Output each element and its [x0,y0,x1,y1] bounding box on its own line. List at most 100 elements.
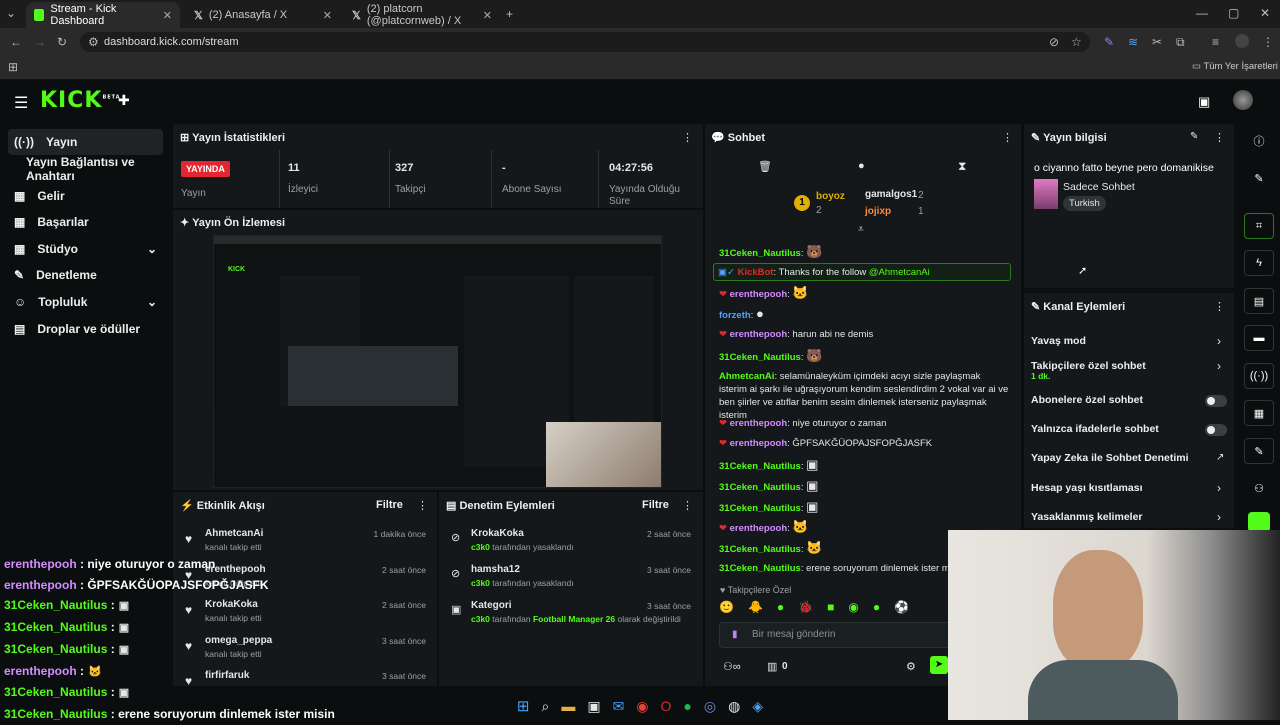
stream-info-menu-icon[interactable]: ⋮ [1214,131,1225,144]
back-icon[interactable]: ← [10,35,22,49]
media-icon[interactable]: ≡ [1212,35,1219,49]
windows-start-icon[interactable]: ⊞ [517,697,530,715]
emote-icon[interactable]: 🙂 [719,600,734,618]
chat-mention[interactable]: @AhmetcanAi [869,267,930,278]
moderation-category[interactable]: Football Manager 26 [533,614,615,624]
rail-stats-icon[interactable]: ▦ [1244,400,1274,426]
channel-action-row[interactable]: Hesap yaşı kısıtlaması › [1031,481,1229,502]
emote-icon[interactable]: ⚽ [894,600,909,618]
search-icon[interactable]: ⌕ [541,698,549,715]
sidebar-item-yayin[interactable]: ((·)) Yayın [8,129,163,155]
site-info-icon[interactable]: ⚙ [88,32,99,52]
puzzle-icon[interactable]: ⧉ [1176,35,1185,50]
moderation-menu-icon[interactable]: ⋮ [682,499,693,512]
close-tab-icon[interactable]: ✕ [323,9,332,22]
close-tab-icon[interactable]: ✕ [483,9,492,22]
chrome-icon[interactable]: ◉ [636,698,648,715]
chat-username[interactable]: erenthepooh [730,289,788,300]
chat-username[interactable]: 31Ceken_Nautilus [719,563,801,574]
chat-username[interactable]: erenthepooh [730,418,788,429]
activity-menu-icon[interactable]: ⋮ [417,499,428,512]
chat-username[interactable]: forzeth [719,310,751,321]
category-name[interactable]: Sadece Sohbet [1063,181,1135,193]
activity-filter-button[interactable]: Filtre [376,499,403,511]
chat-username[interactable]: AhmetcanAi [719,371,774,382]
stream-preview-video[interactable]: KICK [213,235,662,488]
file-explorer-icon[interactable]: ▬ [561,698,575,714]
send-button[interactable]: ➤ [930,656,948,674]
edit-icon[interactable]: ✎ [1244,165,1274,191]
chat-username[interactable]: 31Ceken_Nautilus [719,248,801,259]
menu-kebab-icon[interactable]: ⋮ [1262,35,1274,49]
rail-crop-icon[interactable]: ⌗ [1244,213,1274,239]
rail-chat-icon[interactable]: ▬ [1244,325,1274,351]
chat-username[interactable]: erenthepooh [730,438,788,449]
expand-leaderboard-icon[interactable]: ⩡ [858,224,864,235]
emote-icon[interactable]: ■ [827,600,834,618]
spotify-icon[interactable]: ● [683,698,691,714]
eye-off-icon[interactable]: ⊘ [1049,35,1059,49]
address-bar[interactable]: ⚙ dashboard.kick.com/stream [80,32,1090,52]
extension-wave-icon[interactable]: ≋ [1128,35,1138,49]
tab-search-icon[interactable]: ⌄ [6,6,16,20]
channel-action-row[interactable]: Abonelere özel sohbet [1031,394,1229,414]
channel-action-row[interactable]: Yavaş mod › [1031,334,1229,355]
microphone-icon[interactable]: ▮ [732,623,738,647]
sidebar-item-studyo[interactable]: ▦ Stüdyo ⌄ [8,236,163,262]
steam-icon[interactable]: ◈ [752,698,763,715]
discord-icon[interactable]: ◎ [704,698,716,715]
opera-icon[interactable]: O [661,698,672,714]
rail-doc-icon[interactable]: ▤ [1244,288,1274,314]
toggle-switch[interactable] [1205,424,1227,436]
chat-username[interactable]: erenthepooh [730,523,788,534]
emote-icon[interactable]: ● [777,600,784,618]
rail-kick-icon[interactable] [1248,512,1270,532]
channel-action-row[interactable]: Yalnızca ifadelerle sohbet [1031,423,1229,443]
reload-icon[interactable]: ↻ [57,35,67,49]
channel-action-row[interactable]: Yapay Zeka ile Sohbet Denetimi ↗ [1031,452,1229,472]
emote-icon[interactable]: ● [873,600,880,618]
channel-action-row[interactable]: Yasaklanmış kelimeler › [1031,510,1229,531]
toggle-switch[interactable] [1205,395,1227,407]
all-bookmarks[interactable]: ▭ Tüm Yer İşaretleri [1192,61,1278,72]
chat-settings-icon[interactable]: ⚙ [906,660,916,673]
moderation-actor[interactable]: c3k0 [471,542,490,552]
chat-username[interactable]: 31Ceken_Nautilus [719,503,801,514]
wallet-icon[interactable]: ▣ [1198,94,1210,110]
emote-icon[interactable]: 🐥 [748,600,763,618]
sidebar-item-stream-key[interactable]: Yayın Bağlantısı ve Anahtarı [8,155,163,183]
stats-menu-icon[interactable]: ⋮ [682,131,693,144]
moderation-target[interactable]: KrokaKoka [471,528,524,539]
edit-pencil-icon[interactable]: ✎ [1190,131,1198,142]
moderation-target[interactable]: hamsha12 [471,564,520,575]
rail-bolt-icon[interactable]: ϟ [1244,250,1274,276]
extension-pen-icon[interactable]: ✎ [1104,35,1114,49]
trash-icon[interactable]: 🗑 [758,160,772,173]
hamburger-menu-icon[interactable]: ☰ [14,93,28,113]
hourglass-icon[interactable]: ⧗ [958,159,966,174]
moderation-filter-button[interactable]: Filtre [642,499,669,511]
close-tab-icon[interactable]: ✕ [163,9,172,22]
people-infinity-icon[interactable]: ⚇∞ [723,660,741,673]
forward-icon[interactable]: → [34,35,46,49]
obs-icon[interactable]: ◍ [728,698,740,715]
chat-username[interactable]: KickBot [738,267,774,278]
mail-icon[interactable]: ✉ [613,698,625,715]
rail-broadcast-icon[interactable]: ((·)) [1244,363,1274,389]
moderation-actor[interactable]: c3k0 [471,578,490,588]
browser-tab-kick[interactable]: Stream - Kick Dashboard ✕ [26,2,180,28]
bookmark-star-icon[interactable]: ☆ [1071,35,1082,49]
extension-icon[interactable]: ✂ [1152,35,1162,49]
maximize-icon[interactable]: ▢ [1228,6,1239,20]
chat-username[interactable]: 31Ceken_Nautilus [719,461,801,472]
moderation-actor[interactable]: c3k0 [471,614,490,624]
chat-bubble-icon[interactable]: ● [858,160,865,172]
chat-username[interactable]: 31Ceken_Nautilus [719,352,801,363]
chat-username[interactable]: erenthepooh [730,329,788,340]
apps-grid-icon[interactable]: ⊞ [8,60,18,74]
sidebar-item-topluluk[interactable]: ☺ Topluluk ⌄ [8,289,163,315]
browser-tab-x-home[interactable]: 𝕏 (2) Anasayfa / X ✕ [186,2,340,28]
rail-people-icon[interactable]: ⚇ [1244,475,1274,501]
browser-tab-x-platcorn[interactable]: 𝕏 (2) platcorn (@platcornweb) / X ✕ [344,2,500,28]
emote-icon[interactable]: ◉ [848,600,858,618]
